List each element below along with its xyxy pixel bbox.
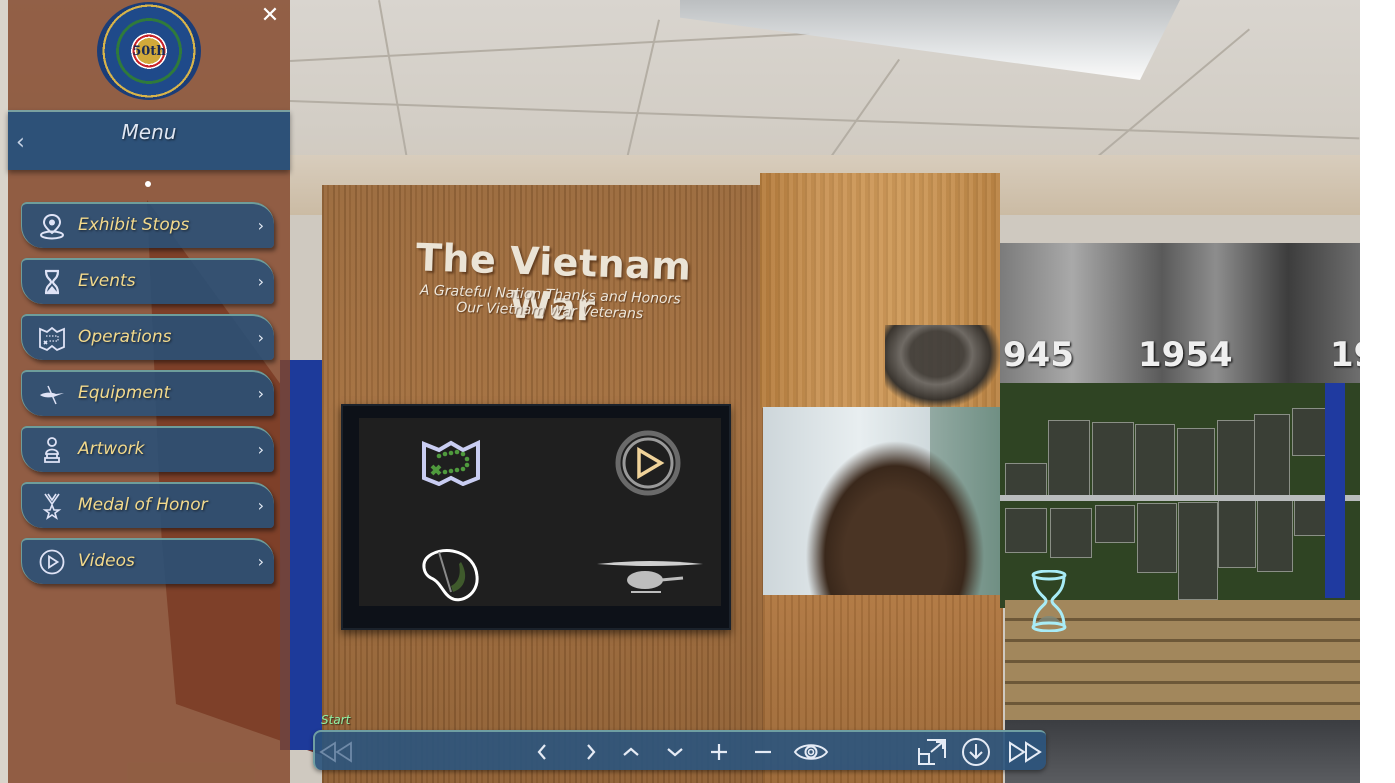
- hourglass-icon[interactable]: [1030, 569, 1068, 633]
- timeline-plaque: [1178, 502, 1218, 600]
- chevron-down-icon: [666, 745, 684, 759]
- kiosk-screen-display: [359, 418, 721, 606]
- download-button[interactable]: [961, 737, 991, 767]
- zoom-in-button[interactable]: [704, 737, 734, 767]
- expand-icon: [917, 738, 947, 766]
- next-button[interactable]: [576, 737, 606, 767]
- menu-item-operations[interactable]: Operations ›: [21, 314, 274, 360]
- timeline-plaque: [1254, 414, 1290, 496]
- helicopter-icon: [38, 380, 66, 408]
- timeline-rail: [1000, 495, 1360, 501]
- menu-item-label: Exhibit Stops: [78, 215, 190, 235]
- menu-item-label: Videos: [78, 551, 135, 571]
- look-down-button[interactable]: [660, 737, 690, 767]
- menu-item-label: Equipment: [78, 383, 171, 403]
- start-label: Start: [321, 713, 351, 727]
- timeline-plaque: [1218, 500, 1256, 568]
- chevron-right-icon: ›: [257, 272, 264, 291]
- fast-forward-to-end-button[interactable]: [1007, 737, 1043, 767]
- menu-item-medal-of-honor[interactable]: Medal of Honor ›: [21, 482, 274, 528]
- soldier-photo: [885, 325, 1000, 408]
- logo-text: 50th: [132, 43, 166, 59]
- chevron-right-icon: ›: [257, 440, 264, 459]
- eye-icon: [793, 741, 829, 763]
- fullscreen-button[interactable]: [917, 737, 947, 767]
- toggle-hotspots-button[interactable]: [791, 737, 831, 767]
- chevron-up-icon: [622, 745, 640, 759]
- mural-year: 19: [1330, 335, 1360, 375]
- chevron-right-icon: ›: [257, 216, 264, 235]
- menu-header: ‹ Menu: [8, 110, 290, 170]
- menu-item-equipment[interactable]: Equipment ›: [21, 370, 274, 416]
- timeline-marker-1959: [1325, 383, 1345, 598]
- rewind-icon: [319, 741, 353, 763]
- zoom-out-button[interactable]: [748, 737, 778, 767]
- helicopter-icon[interactable]: [595, 558, 705, 602]
- chevron-right-icon: ›: [257, 552, 264, 571]
- menu-item-artwork[interactable]: Artwork ›: [21, 426, 274, 472]
- mural-year: 1954: [1138, 335, 1233, 375]
- previous-button[interactable]: [527, 737, 557, 767]
- timeline-plaque: [1048, 420, 1090, 498]
- menu-item-label: Artwork: [78, 439, 145, 459]
- timeline-plaque: [1292, 408, 1326, 456]
- timeline-plaque: [1050, 508, 1092, 558]
- close-button[interactable]: ✕: [259, 5, 281, 27]
- hourglass-icon: [38, 268, 66, 296]
- map-icon[interactable]: [421, 438, 481, 490]
- menu-item-videos[interactable]: Videos ›: [21, 538, 274, 584]
- page-indicator-dot[interactable]: [145, 181, 151, 187]
- timeline-plaque: [1177, 428, 1215, 496]
- menu-item-label: Operations: [78, 327, 172, 347]
- chevron-right-icon: [584, 743, 598, 761]
- timeline-plaque: [1294, 496, 1326, 536]
- kiosk-screen: [341, 404, 731, 630]
- bronze-statue: [805, 440, 985, 620]
- play-circle-icon: [38, 548, 66, 576]
- minus-icon: [753, 742, 773, 762]
- play-icon[interactable]: [615, 430, 681, 500]
- download-circle-icon: [961, 737, 991, 767]
- menu-item-label: Events: [78, 271, 136, 291]
- timeline-plaque: [1092, 422, 1134, 497]
- chevron-right-icon: ›: [257, 328, 264, 347]
- menu-item-label: Medal of Honor: [78, 495, 208, 515]
- timeline-plaque: [1137, 503, 1177, 573]
- timeline-plaque: [1135, 424, 1175, 496]
- mural-year: 945: [1003, 335, 1074, 375]
- rewind-to-start-button[interactable]: [319, 737, 353, 767]
- helmet-icon[interactable]: [421, 546, 483, 610]
- floor: [1005, 720, 1360, 783]
- timeline-plaque: [1217, 420, 1255, 496]
- timeline-plaque: [1257, 498, 1293, 572]
- chevron-right-icon: ›: [257, 384, 264, 403]
- timeline-plaque: [1095, 505, 1135, 543]
- map-pin-icon: [38, 212, 66, 240]
- look-up-button[interactable]: [616, 737, 646, 767]
- medal-icon: [38, 492, 66, 520]
- menu-item-events[interactable]: Events ›: [21, 258, 274, 304]
- commemoration-logo: 50th: [97, 2, 201, 100]
- virtual-tour-viewer: The Vietnam War A Grateful Nation Thanks…: [0, 0, 1395, 783]
- bust-icon: [38, 436, 66, 464]
- chevron-left-icon: [535, 743, 549, 761]
- navigation-toolbar: [313, 730, 1046, 770]
- chevron-right-icon: ›: [257, 496, 264, 515]
- panel-edge: [0, 0, 8, 783]
- plus-icon: [709, 742, 729, 762]
- map-icon: [38, 324, 66, 352]
- timeline-plaque: [1005, 508, 1047, 553]
- fast-forward-icon: [1008, 741, 1042, 763]
- menu-title: Menu: [121, 120, 177, 144]
- menu-item-exhibit-stops[interactable]: Exhibit Stops ›: [21, 202, 274, 248]
